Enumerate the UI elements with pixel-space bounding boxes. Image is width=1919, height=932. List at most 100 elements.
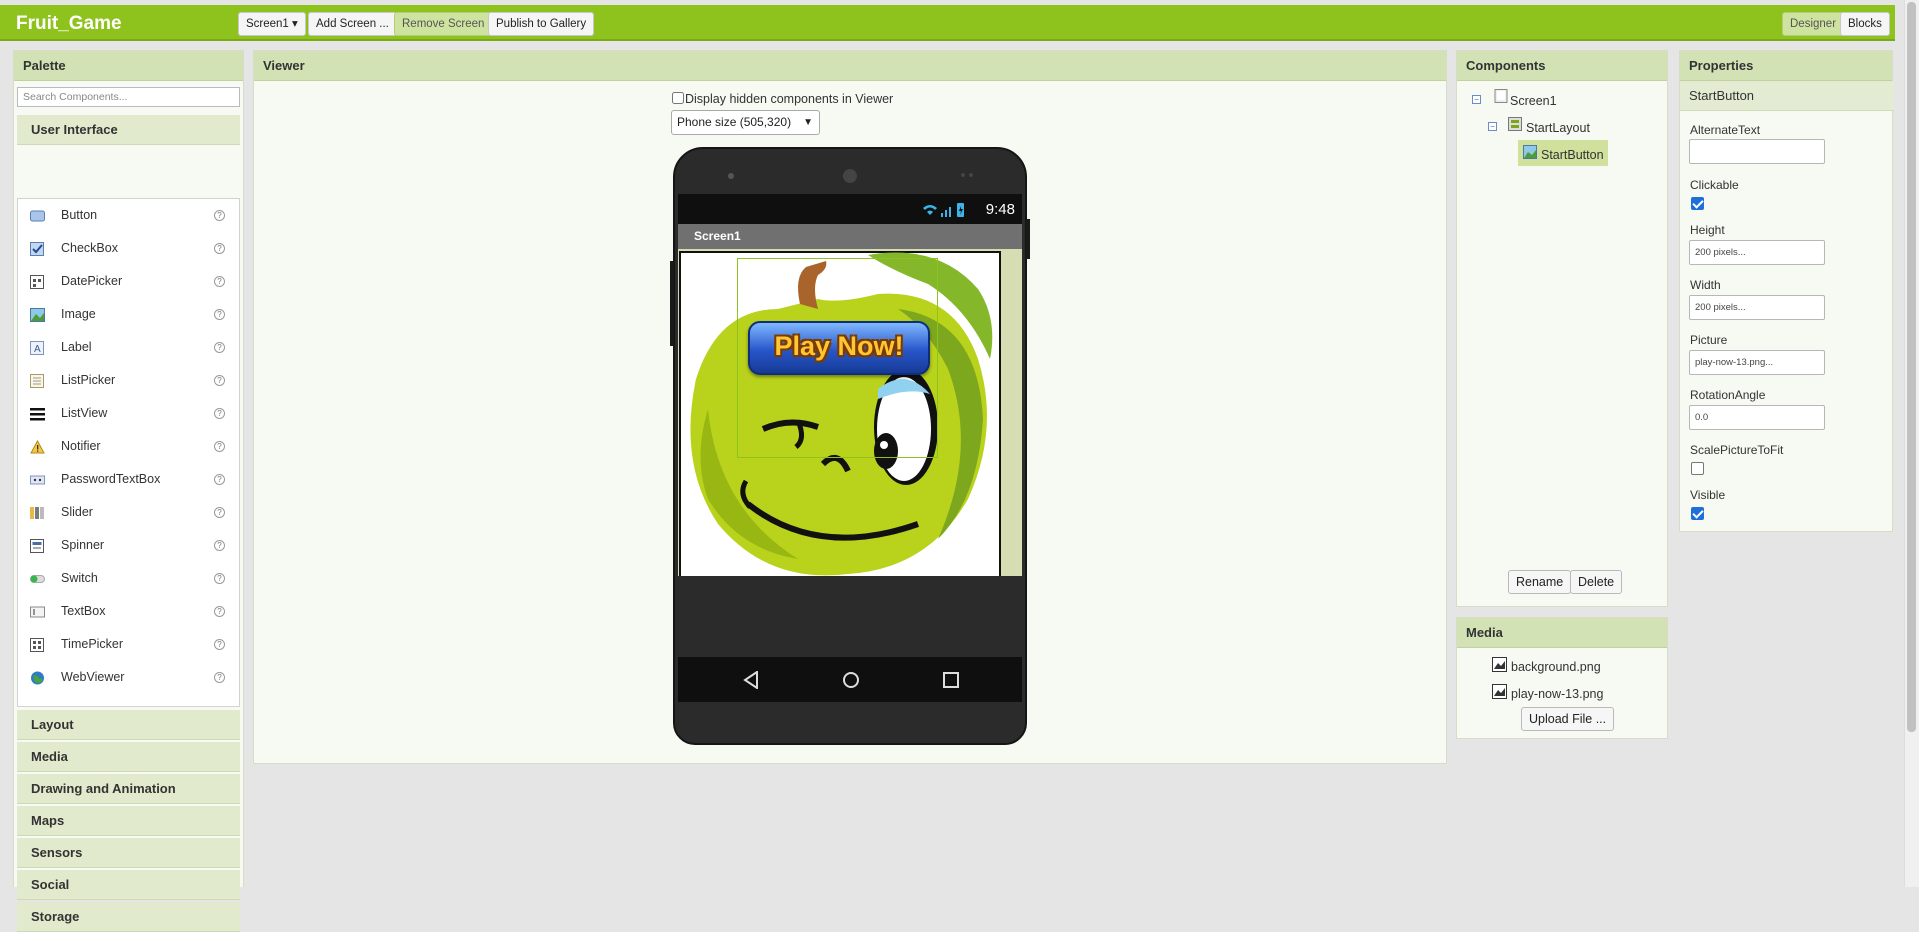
rotation-angle-input[interactable]: 0.0: [1689, 405, 1825, 430]
recents-icon[interactable]: [942, 671, 960, 689]
play-now-label: Play Now!: [774, 331, 904, 361]
blocks-button[interactable]: Blocks: [1840, 12, 1890, 36]
width-label: Width: [1690, 278, 1721, 292]
back-icon[interactable]: [743, 671, 759, 689]
help-icon[interactable]: ?: [214, 441, 225, 452]
category-drawing-animation[interactable]: Drawing and Animation: [17, 774, 240, 804]
height-input[interactable]: 200 pixels...: [1689, 240, 1825, 265]
phone-speaker-icon: [728, 169, 973, 183]
help-icon[interactable]: ?: [214, 540, 225, 551]
alternate-text-input[interactable]: [1689, 139, 1825, 164]
help-icon[interactable]: ?: [214, 210, 225, 221]
help-icon[interactable]: ?: [214, 606, 225, 617]
palette-item-button[interactable]: Button ?: [18, 199, 239, 232]
alternate-text-label: AlternateText: [1690, 123, 1761, 137]
upload-file-button[interactable]: Upload File ...: [1521, 707, 1615, 731]
button-image-icon: [1523, 145, 1537, 159]
rename-button[interactable]: Rename: [1508, 570, 1572, 594]
add-screen-button[interactable]: Add Screen ...: [308, 12, 397, 36]
page-scrollbar[interactable]: [1904, 0, 1919, 887]
category-media[interactable]: Media: [17, 742, 240, 772]
tree-item-screen1[interactable]: Screen1: [1510, 94, 1557, 108]
collapse-icon[interactable]: −: [1472, 95, 1481, 104]
media-file-background[interactable]: background.png: [1511, 660, 1601, 674]
publish-gallery-button[interactable]: Publish to Gallery: [488, 12, 595, 36]
palette-item-label: Spinner: [61, 538, 105, 552]
remove-screen-button[interactable]: Remove Screen: [394, 12, 493, 36]
help-icon[interactable]: ?: [214, 342, 225, 353]
tree-item-startlayout[interactable]: StartLayout: [1526, 121, 1590, 135]
webviewer-icon: [31, 671, 44, 685]
phone-size-select[interactable]: Phone size (505,320) ▼: [671, 110, 820, 135]
palette-item-image[interactable]: Image ?: [18, 298, 239, 331]
help-icon[interactable]: ?: [214, 243, 225, 254]
layout-icon: [1508, 117, 1522, 131]
palette-item-listview[interactable]: ListView ?: [18, 397, 239, 430]
button-icon: [30, 210, 45, 222]
media-file-play-now[interactable]: play-now-13.png: [1511, 687, 1603, 701]
category-sensors[interactable]: Sensors: [17, 838, 240, 868]
play-now-button[interactable]: Play Now!: [748, 321, 930, 375]
help-icon[interactable]: ?: [214, 474, 225, 485]
palette-item-listpicker[interactable]: ListPicker ?: [18, 364, 239, 397]
width-input[interactable]: 200 pixels...: [1689, 295, 1825, 320]
category-maps[interactable]: Maps: [17, 806, 240, 836]
viewer-title: Viewer: [254, 51, 1446, 81]
delete-button[interactable]: Delete: [1570, 570, 1623, 594]
switch-icon: [30, 575, 45, 583]
components-panel: Components − Screen1 − StartLayout Start…: [1456, 50, 1668, 607]
category-social[interactable]: Social: [17, 870, 240, 900]
palette-item-textbox[interactable]: TextBox ?: [18, 595, 239, 628]
designer-button[interactable]: Designer: [1782, 12, 1845, 36]
visible-checkbox[interactable]: [1691, 507, 1704, 520]
screen-icon: [1494, 89, 1508, 103]
datepicker-icon: [30, 275, 44, 289]
home-icon[interactable]: [842, 671, 860, 689]
properties-component-name: StartButton: [1680, 81, 1894, 111]
collapse-icon[interactable]: −: [1488, 122, 1497, 131]
category-user-interface[interactable]: User Interface: [17, 115, 240, 145]
clickable-checkbox[interactable]: [1691, 197, 1704, 210]
palette-item-timepicker[interactable]: TimePicker ?: [18, 628, 239, 661]
palette-item-notifier[interactable]: Notifier ?: [18, 430, 239, 463]
palette-item-passwordtextbox[interactable]: PasswordTextBox ?: [18, 463, 239, 496]
picture-input[interactable]: play-now-13.png...: [1689, 350, 1825, 375]
phone-screen[interactable]: Play Now!: [678, 249, 1022, 576]
help-icon[interactable]: ?: [214, 672, 225, 683]
palette-item-checkbox[interactable]: CheckBox ?: [18, 232, 239, 265]
palette-item-label[interactable]: A Label ?: [18, 331, 239, 364]
category-storage[interactable]: Storage: [17, 902, 240, 932]
media-title: Media: [1457, 618, 1667, 648]
scale-picture-checkbox[interactable]: [1691, 462, 1704, 475]
palette-item-spinner[interactable]: Spinner ?: [18, 529, 239, 562]
palette-item-datepicker[interactable]: DatePicker ?: [18, 265, 239, 298]
help-icon[interactable]: ?: [214, 507, 225, 518]
screen-select-button[interactable]: Screen1 ▾: [238, 12, 306, 36]
help-icon[interactable]: ?: [214, 573, 225, 584]
help-icon[interactable]: ?: [214, 276, 225, 287]
scrollbar-thumb[interactable]: [1907, 2, 1916, 732]
palette-item-switch[interactable]: Switch ?: [18, 562, 239, 595]
phone-clock: 9:48: [985, 201, 1015, 218]
picture-label: Picture: [1690, 333, 1728, 347]
display-hidden-checkbox[interactable]: [672, 92, 684, 104]
palette-item-label: TimePicker: [61, 637, 124, 651]
category-layout[interactable]: Layout: [17, 710, 240, 740]
palette-item-webviewer[interactable]: WebViewer ?: [18, 661, 239, 694]
user-interface-list: Button ? CheckBox ? DatePicker ? Image ?…: [17, 198, 240, 707]
palette-item-slider[interactable]: Slider ?: [18, 496, 239, 529]
help-icon[interactable]: ?: [214, 375, 225, 386]
help-icon[interactable]: ?: [214, 309, 225, 320]
phone-screen-title: Screen1: [678, 224, 1022, 249]
help-icon[interactable]: ?: [214, 408, 225, 419]
svg-text:A: A: [34, 344, 41, 355]
tree-item-startbutton[interactable]: StartButton: [1541, 148, 1604, 162]
scale-picture-label: ScalePictureToFit: [1690, 443, 1784, 457]
search-components-input[interactable]: Search Components...: [17, 87, 240, 107]
chevron-down-icon: ▼: [803, 117, 813, 128]
display-hidden-row: Display hidden components in Viewer: [672, 92, 893, 106]
start-layout[interactable]: Play Now!: [679, 251, 1001, 652]
help-icon[interactable]: ?: [214, 639, 225, 650]
timepicker-icon: [30, 638, 44, 652]
slider-icon: [30, 507, 44, 519]
